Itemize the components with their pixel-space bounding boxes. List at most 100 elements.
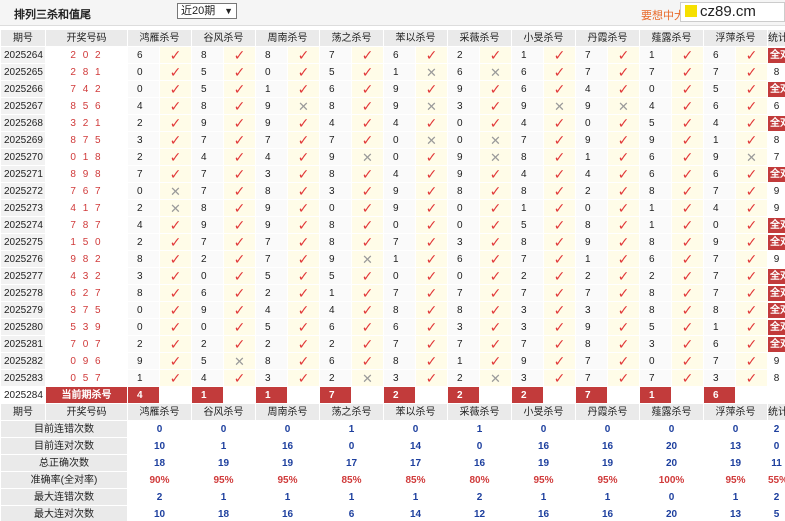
stat-cell: 全对 bbox=[767, 318, 785, 336]
stat-cell: 9 bbox=[767, 182, 785, 200]
kill-number-cell: 4 bbox=[319, 301, 352, 319]
check-icon: ✓ bbox=[159, 250, 192, 268]
summary-value: 6 bbox=[319, 505, 384, 521]
column-header-expert: 鸿雁杀号 bbox=[127, 403, 192, 421]
check-icon: ✓ bbox=[479, 301, 512, 319]
stat-cell: 8 bbox=[767, 63, 785, 81]
kill-number-cell: 5 bbox=[191, 352, 224, 370]
summary-value: 2 bbox=[447, 488, 512, 506]
kill-number-cell: 1 bbox=[511, 46, 544, 64]
stat-value: 8 bbox=[773, 372, 780, 384]
stat-cell: 全对 bbox=[767, 80, 785, 98]
check-icon: ✓ bbox=[543, 80, 576, 98]
check-icon: ✓ bbox=[735, 250, 768, 268]
check-icon: ✓ bbox=[287, 267, 320, 285]
kill-number-cell: 7 bbox=[127, 165, 160, 183]
kill-number-cell: 0 bbox=[703, 216, 736, 234]
kill-number-cell: 3 bbox=[639, 335, 672, 353]
all-correct-badge: 全对 bbox=[768, 166, 785, 182]
table-row: 20252667 4 20✓5✓1✓6✓9✓9✓6✓4✓0✓5✓全对 bbox=[0, 80, 785, 98]
check-icon: ✓ bbox=[735, 284, 768, 302]
stat-cell: 8 bbox=[767, 131, 785, 149]
table-row: 20252774 3 23✓0✓5✓5✓0✓0✓2✓2✓2✓7✓全对 bbox=[0, 267, 785, 285]
summary-value: 10 bbox=[127, 505, 192, 521]
check-icon: ✓ bbox=[159, 318, 192, 336]
kill-number-cell: 1 bbox=[447, 352, 480, 370]
stat-cell: 9 bbox=[767, 250, 785, 268]
kill-number-cell: 6 bbox=[639, 250, 672, 268]
kill-number-cell: 7 bbox=[255, 250, 288, 268]
current-period-row: 2025284 当前期杀号 4 1 1 7 2 2 2 7 1 6 bbox=[0, 386, 785, 404]
check-icon: ✓ bbox=[671, 114, 704, 132]
check-icon: ✓ bbox=[223, 131, 256, 149]
period-cell: 2025269 bbox=[0, 131, 46, 149]
kill-number-cell: 2 bbox=[127, 199, 160, 217]
summary-value: 95% bbox=[191, 471, 256, 489]
period-cell: 2025272 bbox=[0, 182, 46, 200]
check-icon: ✓ bbox=[735, 369, 768, 387]
check-icon: ✓ bbox=[159, 352, 192, 370]
check-icon: ✓ bbox=[415, 250, 448, 268]
kill-number-cell: 0 bbox=[383, 148, 416, 166]
kill-number-cell: 9 bbox=[319, 250, 352, 268]
check-icon: ✓ bbox=[287, 284, 320, 302]
check-icon: ✓ bbox=[543, 182, 576, 200]
check-icon: ✓ bbox=[287, 352, 320, 370]
check-icon: ✓ bbox=[543, 148, 576, 166]
kill-number-cell: 0 bbox=[447, 114, 480, 132]
summary-value: 95% bbox=[703, 471, 768, 489]
promo-link[interactable]: 要想中大 bbox=[641, 7, 685, 23]
kill-number-cell: 2 bbox=[191, 335, 224, 353]
check-icon: ✓ bbox=[735, 165, 768, 183]
summary-value: 10 bbox=[127, 437, 192, 455]
check-icon: ✓ bbox=[479, 165, 512, 183]
period-select-value: 近20期 bbox=[181, 5, 216, 17]
current-kill-spacer bbox=[287, 386, 320, 404]
current-kill-number: 2 bbox=[447, 386, 480, 404]
kill-number-cell: 6 bbox=[447, 250, 480, 268]
summary-label: 目前连对次数 bbox=[0, 437, 128, 455]
kill-number-cell: 0 bbox=[383, 267, 416, 285]
check-icon: ✓ bbox=[543, 233, 576, 251]
check-icon: ✓ bbox=[287, 318, 320, 336]
cross-icon: ✕ bbox=[351, 148, 384, 166]
period-select[interactable]: 近20期 ▼ bbox=[177, 3, 237, 19]
summary-value: 12 bbox=[447, 505, 512, 521]
check-icon: ✓ bbox=[671, 267, 704, 285]
column-header-expert: 浮萍杀号 bbox=[703, 29, 768, 47]
check-icon: ✓ bbox=[607, 284, 640, 302]
kill-number-cell: 0 bbox=[191, 267, 224, 285]
page-title: 排列三杀和值尾 bbox=[14, 9, 91, 21]
kill-number-cell: 8 bbox=[511, 233, 544, 251]
summary-stat: 2 bbox=[767, 488, 785, 506]
period-cell: 2025278 bbox=[0, 284, 46, 302]
column-header-expert: 鸿雁杀号 bbox=[127, 29, 192, 47]
table-row: 20252642 0 26✓8✓8✓7✓6✓2✓1✓7✓1✓6✓全对 bbox=[0, 46, 785, 64]
check-icon: ✓ bbox=[607, 250, 640, 268]
column-header-expert: 小旻杀号 bbox=[511, 29, 576, 47]
kill-number-cell: 2 bbox=[639, 267, 672, 285]
kill-number-cell: 8 bbox=[447, 301, 480, 319]
current-kill-number: 1 bbox=[639, 386, 672, 404]
kill-number-cell: 0 bbox=[639, 80, 672, 98]
kill-number-cell: 6 bbox=[639, 165, 672, 183]
draw-number-cell: 0 1 8 bbox=[45, 148, 128, 166]
check-icon: ✓ bbox=[415, 318, 448, 336]
kill-number-cell: 7 bbox=[575, 63, 608, 81]
summary-value: 1 bbox=[319, 420, 384, 438]
summary-value: 0 bbox=[191, 420, 256, 438]
check-icon: ✓ bbox=[671, 182, 704, 200]
check-icon: ✓ bbox=[671, 284, 704, 302]
check-icon: ✓ bbox=[735, 352, 768, 370]
cross-icon: ✕ bbox=[479, 369, 512, 387]
cross-icon: ✕ bbox=[351, 250, 384, 268]
cross-icon: ✕ bbox=[415, 97, 448, 115]
kill-number-cell: 9 bbox=[319, 148, 352, 166]
kill-number-cell: 5 bbox=[255, 267, 288, 285]
cross-icon: ✕ bbox=[735, 148, 768, 166]
draw-number-cell: 7 6 7 bbox=[45, 182, 128, 200]
kill-number-cell: 8 bbox=[447, 182, 480, 200]
check-icon: ✓ bbox=[479, 216, 512, 234]
current-kill-spacer bbox=[479, 386, 512, 404]
kill-number-cell: 8 bbox=[703, 301, 736, 319]
